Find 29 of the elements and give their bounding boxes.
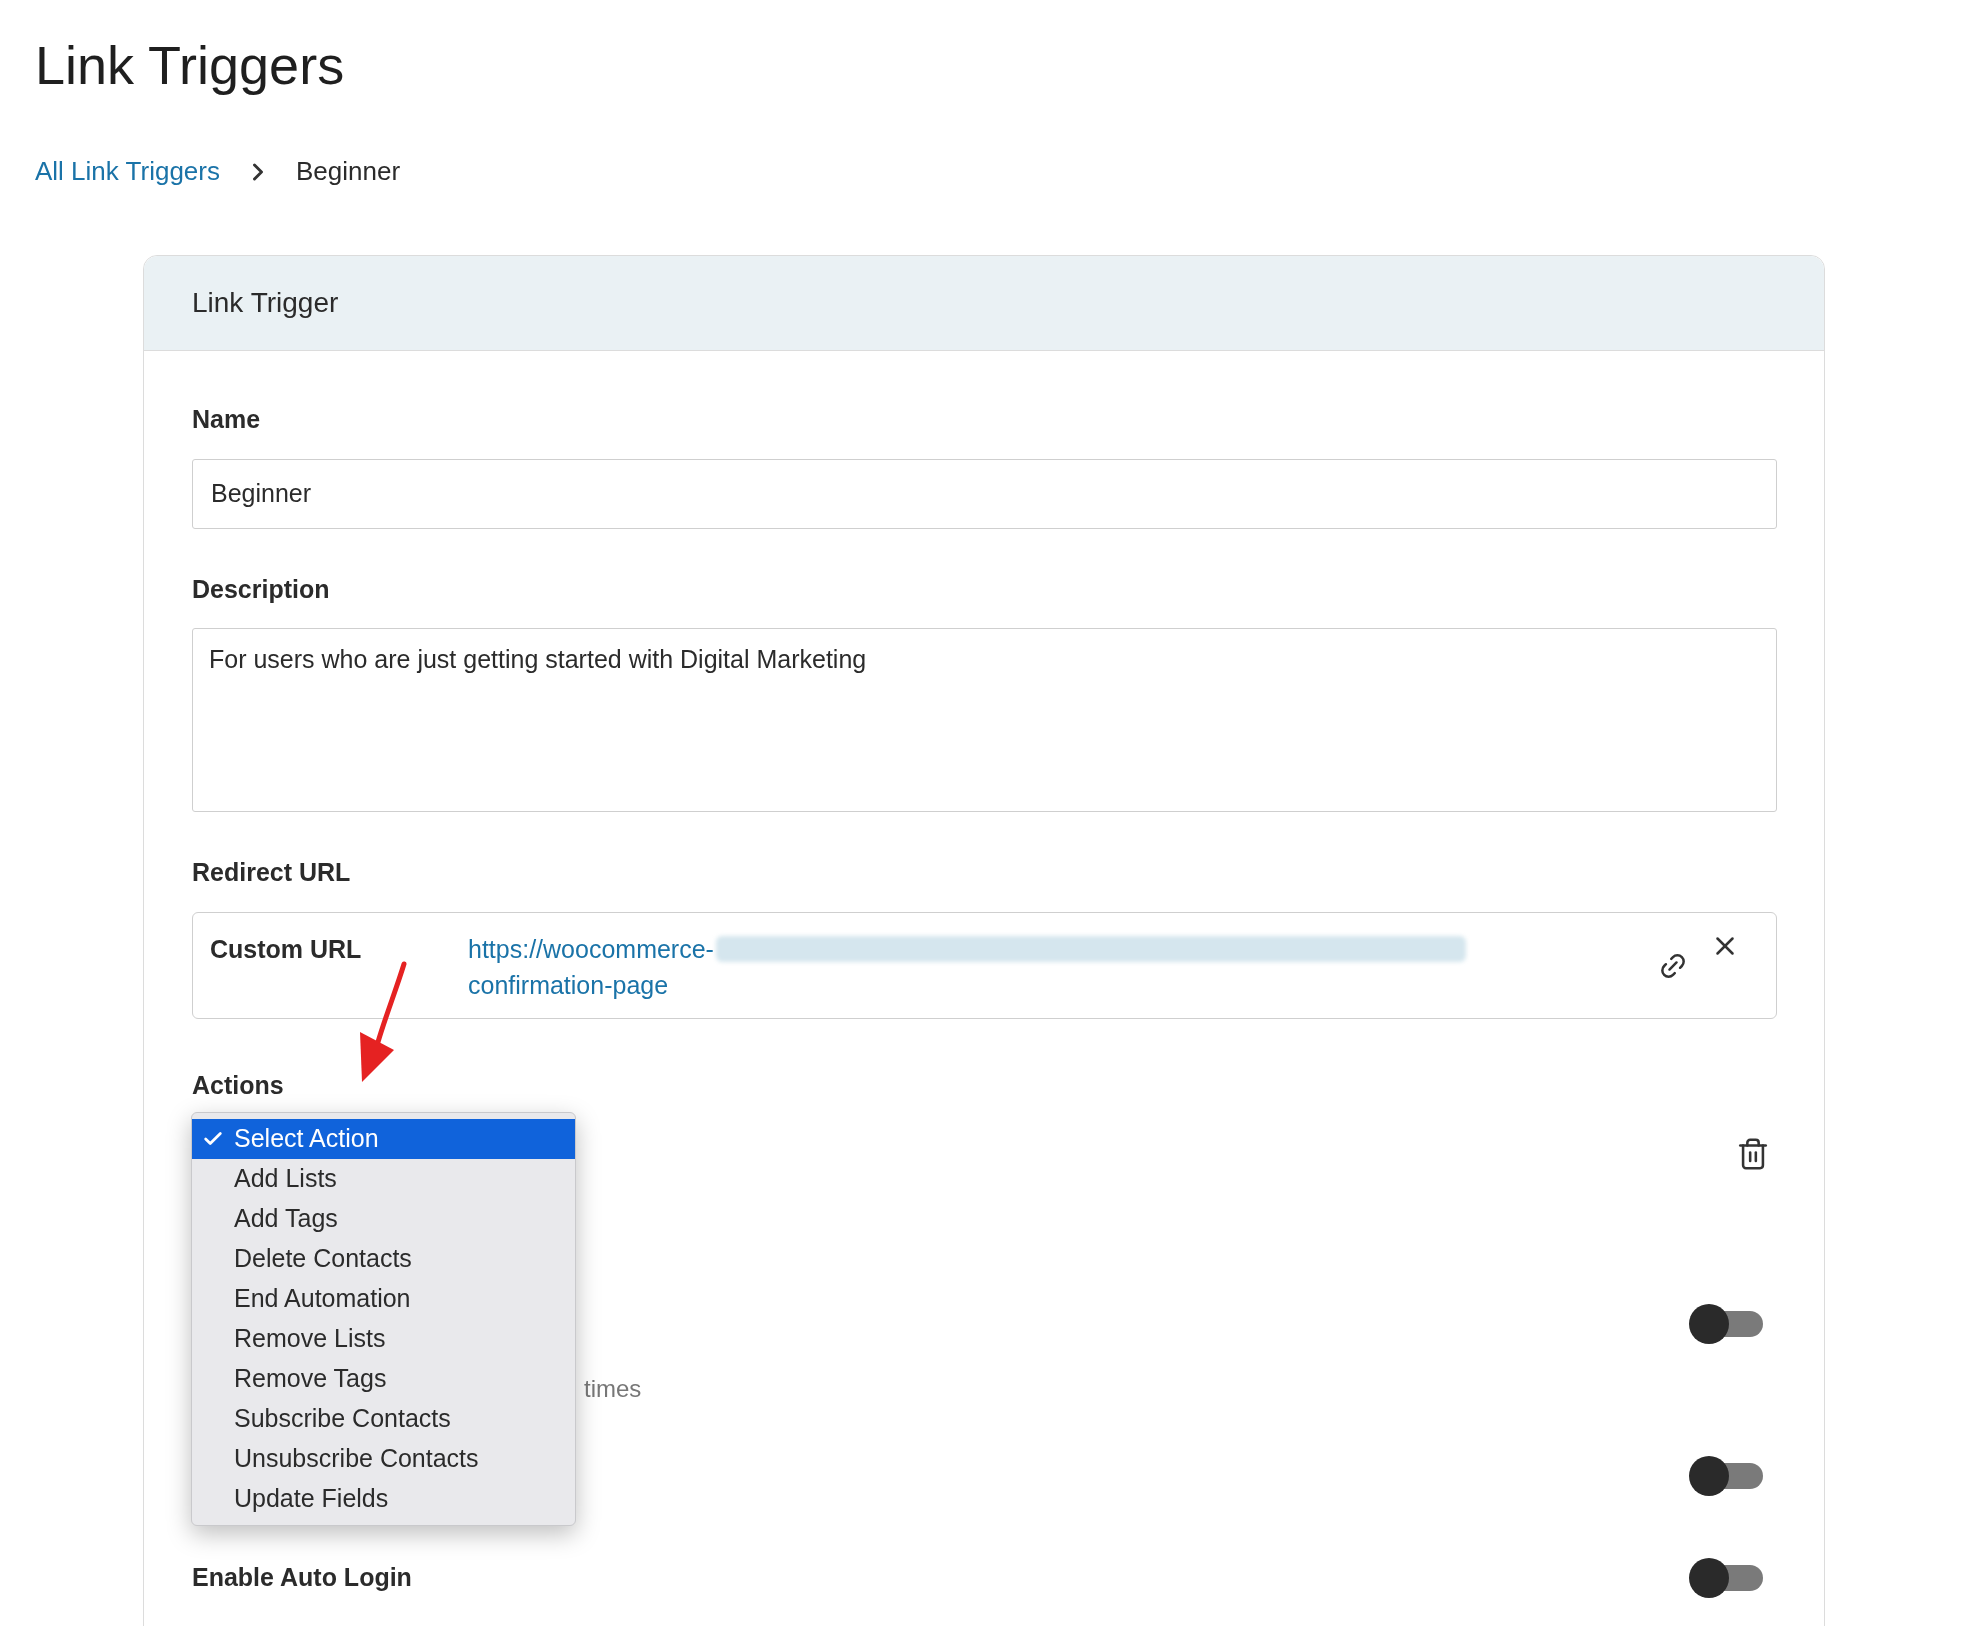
hint-text: times (584, 1374, 642, 1404)
field-label: Actions (192, 1069, 285, 1101)
card-title: Link Trigger (192, 286, 339, 320)
menu-item[interactable]: Update Fields (192, 1479, 575, 1519)
toggle-switch[interactable] (1689, 1558, 1763, 1598)
breadcrumb-current: Beginner (295, 155, 401, 188)
menu-item[interactable]: Remove Tags (192, 1359, 575, 1399)
menu-item[interactable]: Unsubscribe Contacts (192, 1439, 575, 1479)
toggle-switch[interactable] (1689, 1304, 1763, 1344)
menu-item[interactable]: Add Lists (192, 1159, 575, 1199)
url-link[interactable]: confirmation-page (468, 966, 669, 1003)
description-field[interactable]: For users who are just getting started with Digital Marketing (192, 628, 1777, 812)
menu-item[interactable]: Delete Contacts (192, 1239, 575, 1279)
menu-item[interactable]: Select Action (192, 1119, 575, 1159)
field-label: Name (192, 404, 262, 435)
menu-item[interactable]: End Automation (192, 1279, 575, 1319)
field-label: Description (192, 573, 331, 605)
delete-icon[interactable] (1736, 1137, 1770, 1171)
menu-item[interactable]: Remove Lists (192, 1319, 575, 1359)
breadcrumb-link[interactable]: All Link Triggers (35, 152, 220, 191)
menu-item[interactable]: Add Tags (192, 1199, 575, 1239)
setting-label: Enable Auto Login (192, 1562, 412, 1594)
toggle-switch[interactable] (1689, 1456, 1763, 1496)
url-type-label: Custom URL (210, 933, 363, 965)
field-label: Redirect URL (192, 857, 352, 888)
page-title: Link Triggers (35, 34, 346, 97)
url-link[interactable]: https://woocommerce- (468, 930, 714, 967)
name-field[interactable]: Beginner (192, 458, 1777, 529)
menu-item[interactable]: Subscribe Contacts (192, 1399, 575, 1439)
